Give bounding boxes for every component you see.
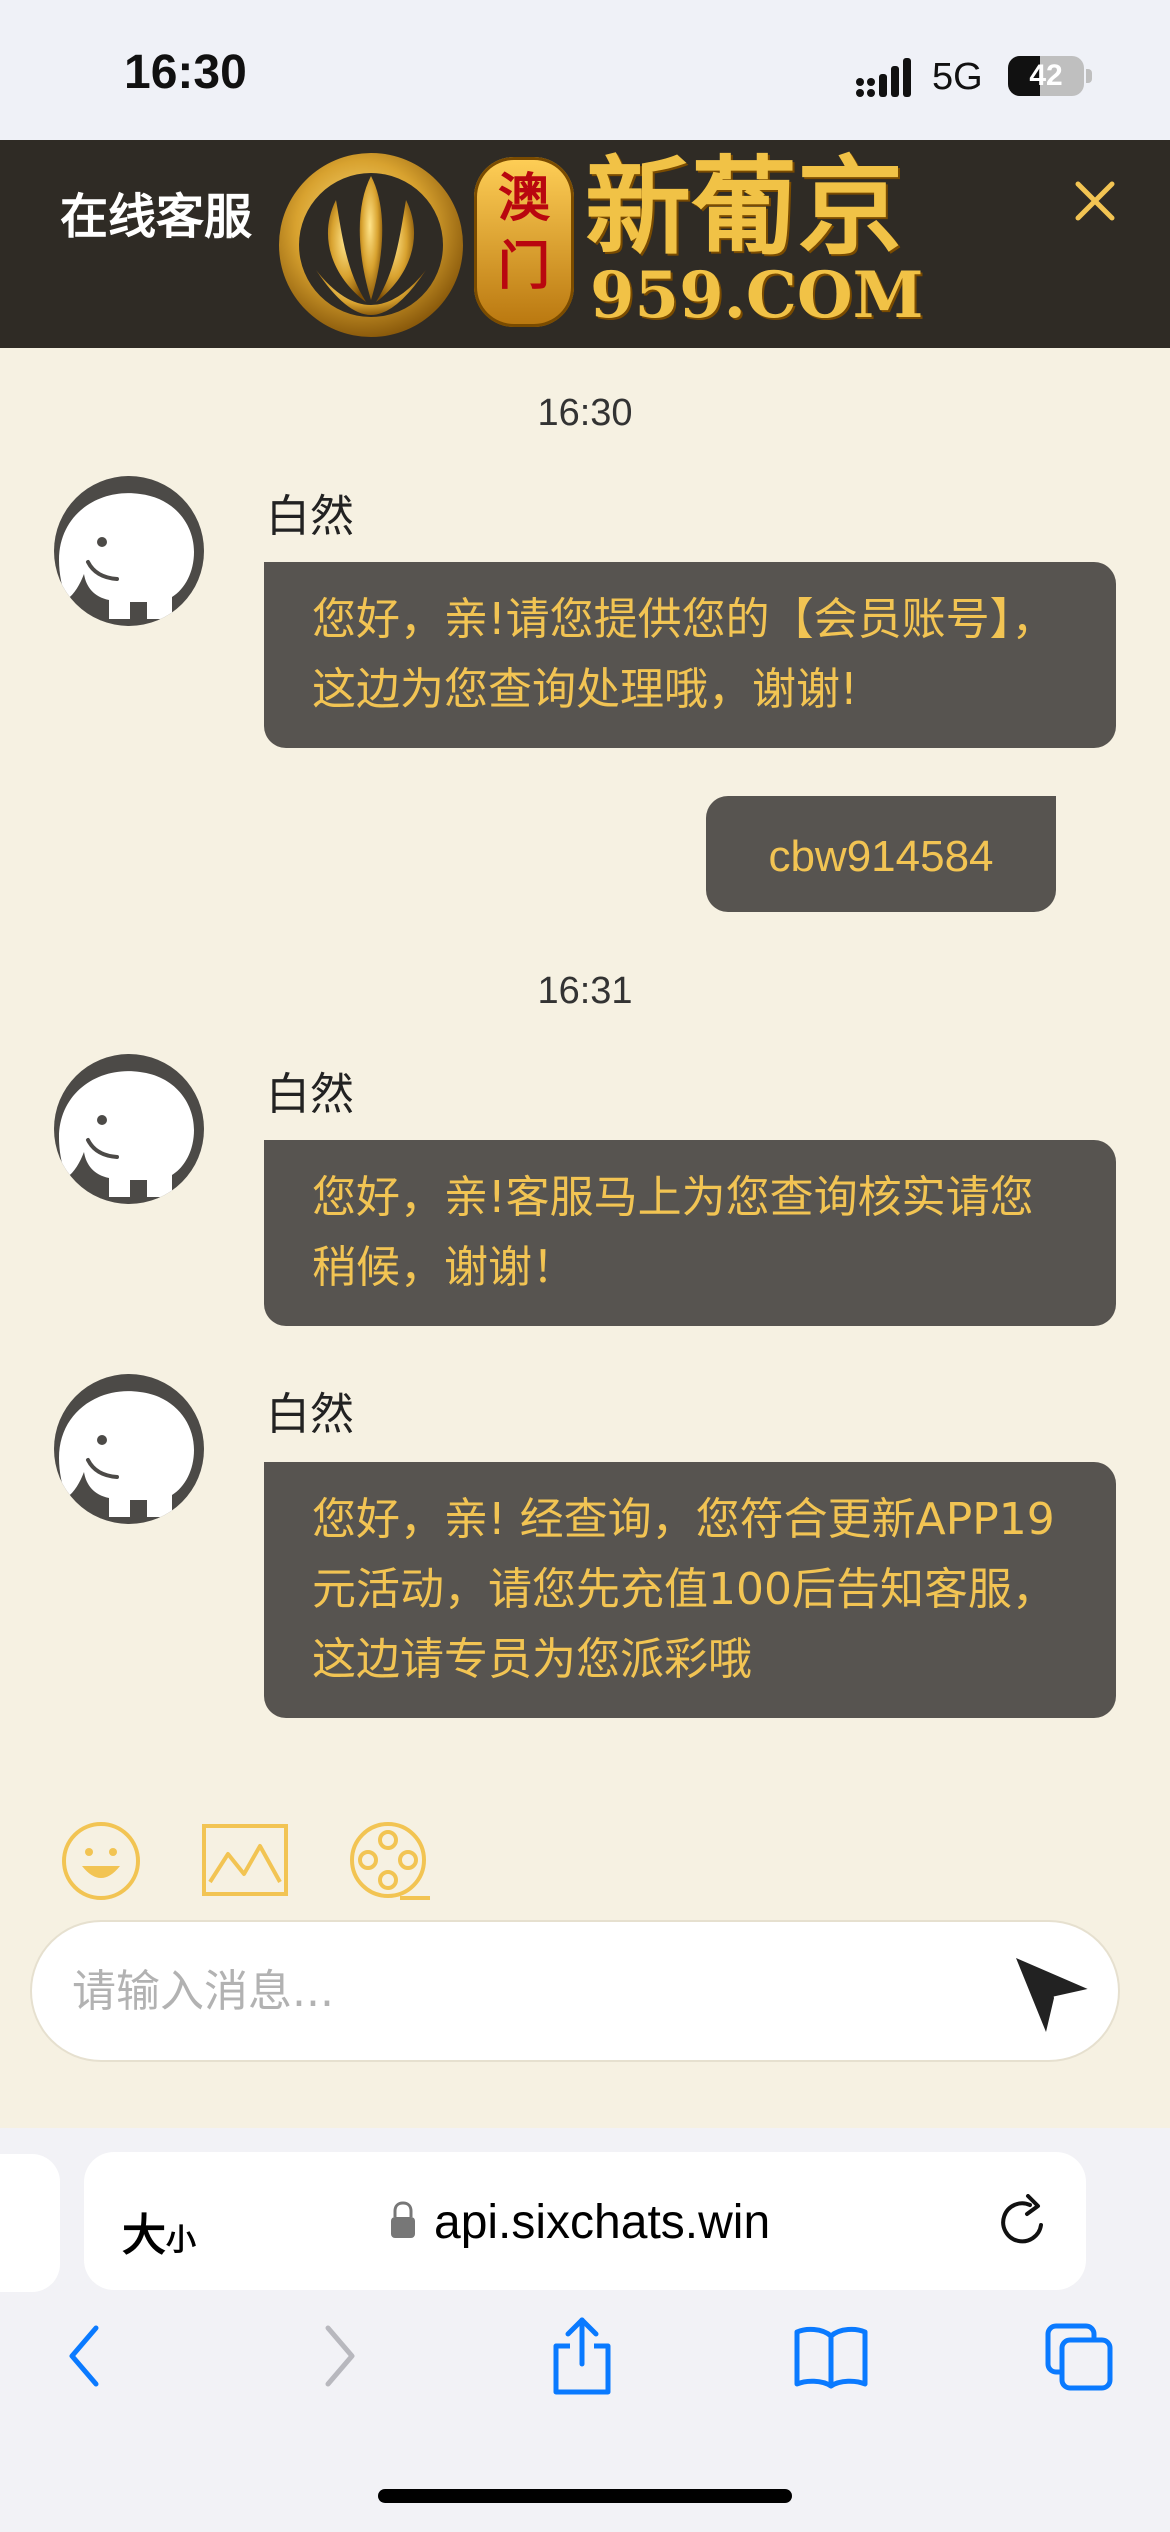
text-size-large: 大 (122, 2210, 166, 2261)
agent-avatar (54, 1374, 204, 1524)
text-size-button[interactable]: 大小 (122, 2199, 196, 2263)
lotus-logo-icon (279, 153, 463, 337)
incoming-message-bubble: 您好，亲! 经查询，您符合更新APP19元活动，请您先充值100后告知客服，这边… (264, 1462, 1116, 1718)
bookmarks-icon[interactable] (792, 2324, 870, 2390)
battery-level: 42 (1029, 59, 1063, 92)
url-text[interactable]: api.sixchats.win (434, 2195, 770, 2250)
signal-icon (856, 58, 911, 97)
address-bar[interactable]: 大小 api.sixchats.win (84, 2152, 1086, 2290)
sender-name: 白然 (266, 1069, 354, 1120)
message-timestamp: 16:30 (537, 392, 633, 434)
agent-avatar (54, 1054, 204, 1204)
status-time: 16:30 (124, 46, 247, 99)
lock-icon (391, 2201, 415, 2238)
header-title: 在线客服 (60, 189, 253, 245)
video-icon[interactable] (348, 1820, 432, 1904)
share-icon[interactable] (548, 2316, 616, 2396)
macau-stamp-logo: 澳门 (474, 157, 574, 327)
message-timestamp: 16:31 (537, 970, 633, 1012)
elephant-icon (59, 1391, 194, 1517)
brand-name-logo: 新葡京 (585, 144, 903, 269)
chat-header: 在线客服 澳门 新葡京 959.COM (0, 140, 1170, 348)
close-icon[interactable] (1070, 176, 1120, 226)
network-label: 5G (932, 56, 983, 98)
home-indicator (378, 2489, 792, 2503)
brand-domain-logo: 959.COM (590, 258, 924, 333)
send-icon[interactable] (1010, 1952, 1096, 2038)
message-input[interactable] (70, 1950, 974, 2032)
elephant-icon (59, 493, 194, 619)
message-composer (32, 1922, 1118, 2060)
image-icon[interactable] (200, 1820, 290, 1902)
battery-icon: 42 (1008, 56, 1094, 96)
tabs-icon[interactable] (1044, 2322, 1114, 2392)
emoji-icon[interactable] (60, 1820, 142, 1902)
sender-name: 白然 (266, 1389, 354, 1440)
forward-icon[interactable] (316, 2320, 362, 2392)
chat-message-list[interactable]: 16:30 白然 您好，亲!请您提供您的【会员账号】，这边为您查询处理哦，谢谢!… (0, 348, 1170, 2128)
incoming-message-bubble: 您好，亲!请您提供您的【会员账号】，这边为您查询处理哦，谢谢! (264, 562, 1116, 748)
macau-text: 澳门 (497, 168, 550, 297)
outgoing-message-bubble: cbw914584 (706, 796, 1056, 912)
status-bar: 16:30 5G 42 (0, 0, 1170, 140)
incoming-message-bubble: 您好，亲!客服马上为您查询核实请您稍候，谢谢！ (264, 1140, 1116, 1326)
back-icon[interactable] (62, 2320, 108, 2392)
previous-tab-card[interactable] (0, 2154, 60, 2292)
text-size-small: 小 (166, 2223, 196, 2258)
agent-avatar (54, 476, 204, 626)
sender-name: 白然 (266, 491, 354, 542)
elephant-icon (59, 1071, 194, 1197)
reload-icon[interactable] (994, 2194, 1050, 2250)
